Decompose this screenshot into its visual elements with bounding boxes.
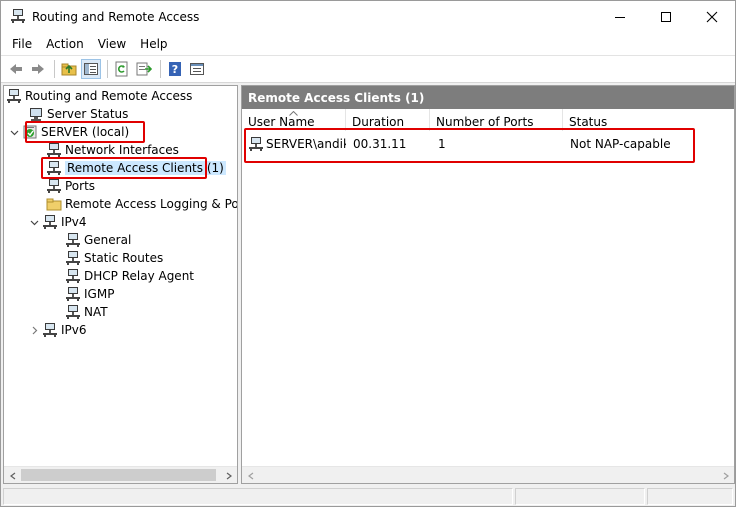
tree-item-label: IPv4 [61,215,87,229]
status-pane-main [3,488,513,505]
help-button[interactable]: ? [165,59,185,79]
forward-button[interactable] [28,59,48,79]
column-label: Status [569,115,608,129]
scroll-right-arrow[interactable] [717,467,734,483]
status-bar [1,486,735,506]
toolbar-separator [54,60,55,78]
details-horizontal-scrollbar[interactable] [242,466,734,483]
toolbar-separator [160,60,161,78]
title-bar: Routing and Remote Access [1,1,735,33]
minimize-icon [615,17,625,18]
server-status-icon [28,106,44,122]
details-header: Remote Access Clients (1) [242,86,734,109]
folder-icon [46,196,62,212]
ipv6-icon [42,322,58,338]
help-icon: ? [169,62,181,76]
tree-item-label: Ports [65,179,96,193]
routing-app-icon [10,8,26,27]
minimize-button[interactable] [597,1,643,33]
menu-help[interactable]: Help [133,37,174,51]
chevron-down-icon[interactable] [28,213,40,231]
routing-root-icon [6,88,22,104]
app-window: Routing and Remote Access File Action Vi… [0,0,736,507]
tree-horizontal-scrollbar[interactable] [4,466,237,483]
scroll-left-arrow[interactable] [4,467,21,483]
tree-item-ipv4[interactable]: IPv4 [28,213,87,231]
scroll-thumb[interactable] [21,469,216,481]
tree-item-label: Network Interfaces [65,143,179,157]
igmp-icon [65,286,81,302]
ipv4-icon [42,214,58,230]
ports-icon [46,178,62,194]
chevron-right-icon[interactable] [28,321,40,339]
tree-item-label: Routing and Remote Access [25,89,193,103]
tree-item-nat[interactable]: NAT [65,303,108,321]
menu-bar: File Action View Help [1,33,735,55]
tree-item-root[interactable]: Routing and Remote Access [6,87,192,105]
refresh-button[interactable] [112,59,132,79]
sort-ascending-icon [289,109,298,118]
show-hide-tree-icon [84,63,98,75]
tree-item-label: Static Routes [84,251,164,265]
properties-button[interactable] [187,59,207,79]
network-interfaces-icon [46,142,62,158]
refresh-icon [115,61,128,77]
column-label: User Name [248,115,315,129]
forward-icon [32,64,44,74]
tree-item-label: DHCP Relay Agent [84,269,194,283]
tree-item-logging[interactable]: Remote Access Logging & Polic [46,195,238,213]
tree-item-label: Remote Access Logging & Polic [65,197,238,211]
close-icon [706,11,718,23]
highlight-client-row [244,128,695,163]
tree-item-ports[interactable]: Ports [46,177,95,195]
tree-item-igmp[interactable]: IGMP [65,285,114,303]
tree-item-dhcp-relay-agent[interactable]: DHCP Relay Agent [65,267,194,285]
menu-view[interactable]: View [91,37,133,51]
scroll-left-arrow[interactable] [242,467,259,483]
highlight-server [25,121,145,143]
up-folder-button[interactable] [59,59,79,79]
menu-file[interactable]: File [5,37,39,51]
tree-item-label: IGMP [84,287,115,301]
show-hide-tree-button[interactable] [81,59,101,79]
static-routes-icon [65,250,81,266]
status-pane-middle [515,488,645,505]
up-folder-icon [61,63,77,76]
tree-item-label: NAT [84,305,108,319]
svg-text:?: ? [172,63,178,76]
toolbar: ? [1,55,735,83]
maximize-button[interactable] [643,1,689,33]
highlight-remote-access-clients [41,157,207,179]
tree-item-label: General [84,233,132,247]
tree-item-ipv6[interactable]: IPv6 [28,321,87,339]
close-button[interactable] [689,1,735,33]
back-icon [10,64,22,74]
tree-item-label: Server Status [47,107,129,121]
properties-icon [190,63,204,75]
console-tree: Routing and Remote Access Server Status … [3,85,238,484]
general-icon [65,232,81,248]
nat-icon [65,304,81,320]
dhcp-relay-agent-icon [65,268,81,284]
menu-action[interactable]: Action [39,37,91,51]
export-list-button[interactable] [134,59,154,79]
tree-item-general[interactable]: General [65,231,131,249]
column-label: Number of Ports [436,115,534,129]
chevron-down-icon[interactable] [8,123,20,141]
maximize-icon [661,12,671,22]
details-pane: Remote Access Clients (1) User Name Dura… [241,85,735,484]
toolbar-separator [107,60,108,78]
tree-item-static-routes[interactable]: Static Routes [65,249,163,267]
status-pane-right [647,488,733,505]
scroll-right-arrow[interactable] [220,467,237,483]
back-button[interactable] [6,59,26,79]
tree-item-label: IPv6 [61,323,87,337]
window-title: Routing and Remote Access [32,10,200,24]
column-label: Duration [352,115,405,129]
export-list-icon [136,62,152,76]
